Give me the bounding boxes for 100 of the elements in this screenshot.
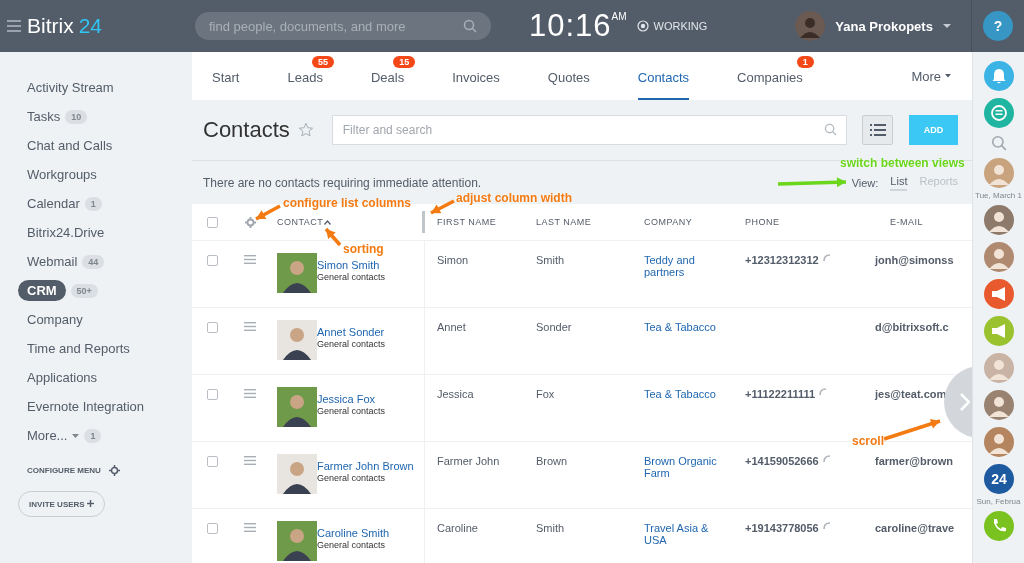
count-badge: 1	[796, 56, 814, 68]
contact-group: General contacts	[317, 272, 386, 282]
menu-item[interactable]: Chat and Calls	[27, 138, 113, 153]
column-header[interactable]: E-MAIL	[890, 217, 923, 227]
drag-handle-icon[interactable]	[244, 456, 256, 465]
work-status[interactable]: WORKING	[653, 20, 708, 32]
caret-icon[interactable]	[945, 74, 951, 78]
megaphone-icon[interactable]	[983, 279, 1014, 309]
user-avatar[interactable]	[983, 353, 1014, 383]
tab[interactable]: Companies	[737, 68, 803, 100]
user-avatar[interactable]	[983, 242, 1014, 272]
drag-handle-icon[interactable]	[244, 255, 256, 264]
record-icon[interactable]	[636, 20, 649, 32]
menu-item[interactable]: Tasks	[27, 109, 61, 124]
company-link[interactable]: Tea & Tabacco	[644, 321, 732, 333]
column-header[interactable]: LAST NAME	[536, 217, 592, 227]
company-link[interactable]: Brown Organic Farm	[644, 455, 732, 479]
table-cell-text: Farmer John	[436, 454, 501, 469]
drag-handle-icon[interactable]	[244, 389, 256, 398]
sort-icon[interactable]	[324, 219, 332, 225]
megaphone-icon[interactable]	[983, 316, 1014, 346]
search-field[interactable]: find people, documents, and more	[195, 12, 491, 40]
invite-users-button[interactable]: INVITE USERS	[18, 491, 105, 517]
menu-item[interactable]: Time and Reports	[27, 341, 130, 356]
menu-item[interactable]: Activity Stream	[27, 80, 114, 95]
user-avatar[interactable]	[795, 11, 826, 41]
email-address[interactable]: farmer@brown	[875, 455, 953, 467]
menu-item[interactable]: More...	[27, 428, 68, 443]
tab[interactable]: Contacts	[637, 68, 690, 100]
column-header[interactable]: FIRST NAME	[437, 217, 497, 227]
search-icon[interactable]	[990, 135, 1007, 151]
user-avatar[interactable]	[983, 390, 1014, 420]
menu-item[interactable]: Workgroups	[27, 167, 97, 182]
checkbox[interactable]	[206, 255, 218, 266]
menu-item[interactable]: Webmail	[27, 254, 78, 269]
menu-item[interactable]: Evernote Integration	[27, 399, 145, 414]
column-header[interactable]: PHONE	[745, 217, 780, 227]
email-address[interactable]: jes@teat.com	[875, 388, 947, 400]
phone-number[interactable]: +11122211111	[745, 388, 816, 400]
user-avatar[interactable]	[983, 427, 1014, 457]
drag-handle-icon[interactable]	[244, 322, 256, 331]
date-label: Sun, Februa	[976, 497, 1021, 506]
menu-icon[interactable]	[7, 20, 21, 32]
view-label: View:	[851, 176, 879, 189]
user-avatar[interactable]	[983, 205, 1014, 235]
contact-name-link[interactable]: Jessica Fox	[317, 393, 386, 405]
user-name[interactable]: Yana Prokopets	[835, 18, 933, 34]
contact-name-link[interactable]: Farmer John Brown	[317, 460, 414, 472]
configure-menu-link[interactable]: CONFIGURE MENU	[27, 466, 101, 475]
email-address[interactable]: jonh@simonss	[875, 254, 954, 266]
logo-number[interactable]: 24	[78, 14, 103, 38]
tab[interactable]: Quotes	[547, 68, 590, 100]
filter-field[interactable]: Filter and search	[331, 115, 848, 145]
contact-name-link[interactable]: Caroline Smith	[317, 527, 390, 539]
checkbox[interactable]	[206, 322, 218, 333]
phone-number[interactable]: +12312312312	[745, 254, 819, 266]
logo-name[interactable]: Bitrix	[27, 14, 74, 38]
email-address[interactable]: d@bitrixsoft.c	[875, 321, 949, 333]
bell-icon[interactable]	[983, 61, 1014, 91]
email-address[interactable]: caroline@trave	[875, 522, 955, 534]
checkbox[interactable]	[206, 456, 218, 467]
drag-handle-icon[interactable]	[244, 523, 256, 532]
annotation-label: sorting	[343, 242, 384, 256]
user-avatar[interactable]	[983, 158, 1014, 188]
company-link[interactable]: Teddy and partners	[644, 254, 732, 278]
chat-icon[interactable]	[983, 98, 1014, 128]
menu-item[interactable]: Bitrix24.Drive	[27, 225, 105, 240]
contact-name-link[interactable]: Annet Sonder	[317, 326, 386, 338]
list-settings-button[interactable]	[862, 115, 894, 145]
annotation-label: configure list columns	[283, 196, 411, 210]
menu-item[interactable]: Applications	[27, 370, 98, 385]
menu-item[interactable]: Company	[27, 312, 83, 327]
tab[interactable]: Invoices	[452, 68, 500, 100]
phone-number[interactable]: +14159052666	[745, 455, 819, 467]
phone-number[interactable]: +19143778056	[745, 522, 819, 534]
annotation-label: adjust column width	[456, 191, 572, 205]
menu-item[interactable]: CRM	[18, 280, 66, 301]
caret-icon[interactable]	[72, 433, 80, 438]
caret-icon[interactable]	[942, 23, 951, 29]
table-cell-text: Smith	[536, 521, 566, 536]
checkbox[interactable]	[206, 389, 218, 400]
table-cell-text: Caroline	[436, 521, 479, 536]
tab[interactable]: Start	[212, 68, 240, 100]
tab[interactable]: Leads	[287, 68, 323, 100]
app-logo[interactable]: 24	[983, 464, 1014, 494]
column-header[interactable]: CONTACT	[277, 217, 324, 227]
company-link[interactable]: Tea & Tabacco	[644, 388, 732, 400]
more-tab[interactable]: More	[911, 52, 951, 100]
view-tab[interactable]: List	[890, 174, 908, 191]
column-header[interactable]: COMPANY	[644, 217, 693, 227]
checkbox[interactable]	[206, 216, 218, 228]
checkbox[interactable]	[206, 523, 218, 534]
company-link[interactable]: Travel Asia & USA	[644, 522, 732, 546]
contact-name-link[interactable]: Simon Smith	[317, 259, 386, 271]
count-badge: 55	[311, 56, 334, 68]
help-button[interactable]: ?	[983, 11, 1013, 41]
contact-group: General contacts	[317, 406, 386, 416]
menu-item[interactable]: Calendar	[27, 196, 80, 211]
star-icon[interactable]	[297, 122, 314, 138]
tab[interactable]: Deals	[370, 68, 405, 100]
